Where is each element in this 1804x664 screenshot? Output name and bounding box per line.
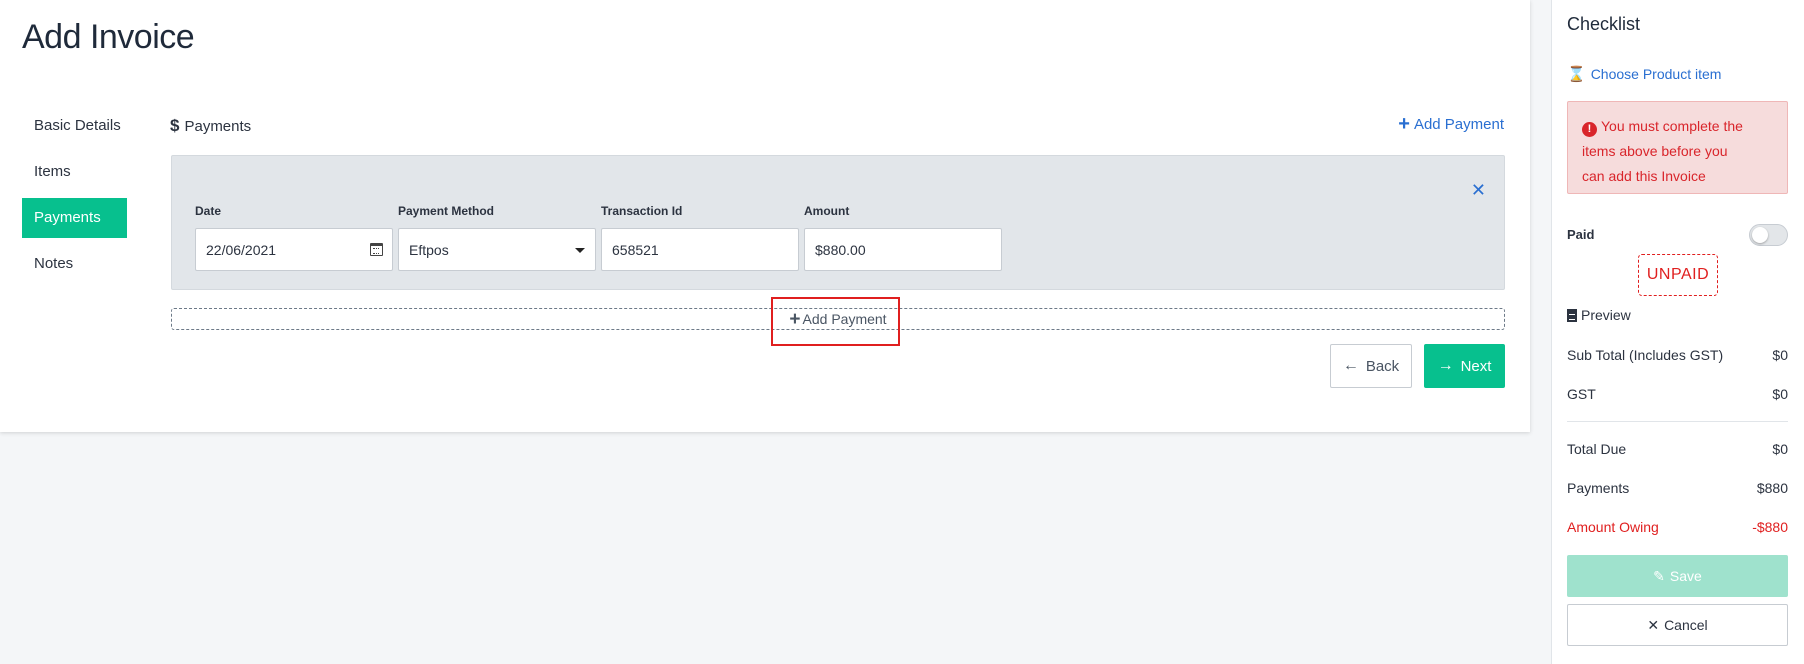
close-icon: ✕ — [1647, 616, 1660, 633]
nav-item-payments[interactable]: Payments — [22, 198, 127, 238]
amount-input[interactable]: $880.00 — [804, 228, 1002, 271]
alert-text-line2: items above before you — [1582, 143, 1728, 159]
nav-item-items[interactable]: Items — [22, 152, 127, 192]
arrow-right-icon: → — [1437, 357, 1454, 374]
summary-value: -$880 — [1752, 519, 1788, 535]
page-title: Add Invoice — [22, 18, 195, 56]
status-stamp: UNPAID — [1638, 254, 1718, 296]
summary-row-payments: Payments $880 — [1567, 480, 1788, 496]
cancel-button-label: Cancel — [1664, 617, 1708, 633]
summary-row-subtotal: Sub Total (Includes GST) $0 — [1567, 347, 1788, 363]
add-payment-button[interactable]: + Add Payment — [171, 308, 1505, 330]
save-button-label: Save — [1669, 568, 1702, 584]
payment-method-select[interactable]: Eftpos — [398, 228, 596, 271]
dollar-icon: $ — [170, 116, 180, 135]
payment-method-value: Eftpos — [409, 241, 449, 258]
checklist-item-label: Choose Product item — [1590, 66, 1722, 82]
summary-row-amount-owing: Amount Owing -$880 — [1567, 519, 1788, 535]
paid-toggle[interactable] — [1749, 224, 1788, 246]
summary-label: Payments — [1567, 480, 1630, 496]
checklist-title: Checklist — [1567, 14, 1641, 34]
payments-section-header: $ Payments — [170, 116, 251, 136]
arrow-left-icon: ← — [1342, 357, 1359, 374]
summary-label: Sub Total (Includes GST) — [1567, 347, 1724, 363]
hourglass-icon: ⌛ — [1567, 66, 1586, 83]
nav-item-basic-details[interactable]: Basic Details — [22, 106, 127, 146]
section-title: Payments — [184, 117, 252, 135]
alert-text-line1: You must complete the — [1601, 118, 1743, 134]
payment-row: ✕ Date 22/06/2021 Payment Method Eftpos … — [171, 155, 1505, 290]
date-field-group: Date 22/06/2021 — [195, 204, 393, 271]
pencil-icon: ✎ — [1653, 567, 1665, 584]
plus-icon: + — [789, 308, 801, 330]
transaction-id-field-group: Transaction Id 658521 — [601, 204, 799, 271]
nav-item-notes[interactable]: Notes — [22, 244, 127, 284]
payment-method-label: Payment Method — [398, 204, 495, 218]
summary-label: Amount Owing — [1567, 519, 1659, 535]
save-button[interactable]: ✎ Save — [1567, 555, 1788, 597]
cancel-button[interactable]: ✕ Cancel — [1567, 604, 1788, 646]
checklist-item-choose-product[interactable]: ⌛ Choose Product item — [1567, 65, 1721, 83]
add-payment-button-label: Add Payment — [802, 311, 887, 327]
amount-label: Amount — [804, 204, 850, 218]
next-button-label: Next — [1460, 357, 1492, 375]
transaction-id-label: Transaction Id — [601, 204, 683, 218]
amount-field-group: Amount $880.00 — [804, 204, 1002, 271]
add-payment-link[interactable]: + Add Payment — [1398, 113, 1504, 135]
toggle-knob — [1752, 227, 1768, 243]
exclamation-circle-icon: ! — [1582, 122, 1597, 137]
invoice-form-card: Add Invoice Basic Details Items Payments… — [0, 0, 1530, 432]
alert-text-line3: can add this Invoice — [1582, 168, 1706, 184]
summary-value: $880 — [1756, 480, 1788, 496]
document-icon — [1567, 308, 1577, 322]
transaction-id-input[interactable]: 658521 — [601, 228, 799, 271]
incomplete-alert: ! You must complete the items above befor… — [1567, 101, 1788, 194]
checklist-panel: Checklist ⌛ Choose Product item ! You mus… — [1551, 0, 1804, 664]
summary-value: $0 — [1772, 386, 1788, 402]
divider — [1567, 421, 1788, 422]
next-button[interactable]: → Next — [1424, 344, 1505, 388]
date-input[interactable]: 22/06/2021 — [195, 228, 393, 271]
calendar-icon[interactable] — [370, 243, 383, 256]
summary-label: GST — [1567, 386, 1596, 402]
back-button-label: Back — [1365, 357, 1400, 375]
summary-row-gst: GST $0 — [1567, 386, 1788, 402]
plus-icon: + — [1398, 113, 1410, 135]
paid-label: Paid — [1567, 227, 1595, 242]
preview-label: Preview — [1581, 307, 1631, 323]
transaction-id-value: 658521 — [612, 241, 659, 258]
amount-value: $880.00 — [815, 241, 866, 258]
date-label: Date — [195, 204, 222, 218]
payment-method-field-group: Payment Method Eftpos — [398, 204, 596, 271]
date-value: 22/06/2021 — [206, 241, 277, 258]
summary-row-total-due: Total Due $0 — [1567, 441, 1788, 457]
back-button[interactable]: ← Back — [1330, 344, 1412, 388]
close-icon[interactable]: ✕ — [1471, 180, 1486, 201]
summary-value: $0 — [1772, 347, 1788, 363]
preview-link[interactable]: Preview — [1567, 307, 1631, 323]
step-nav: Basic Details Items Payments Notes — [22, 106, 127, 290]
summary-label: Total Due — [1567, 441, 1627, 457]
add-payment-link-label: Add Payment — [1413, 116, 1504, 133]
summary-value: $0 — [1772, 441, 1788, 457]
caret-down-icon — [575, 248, 585, 253]
